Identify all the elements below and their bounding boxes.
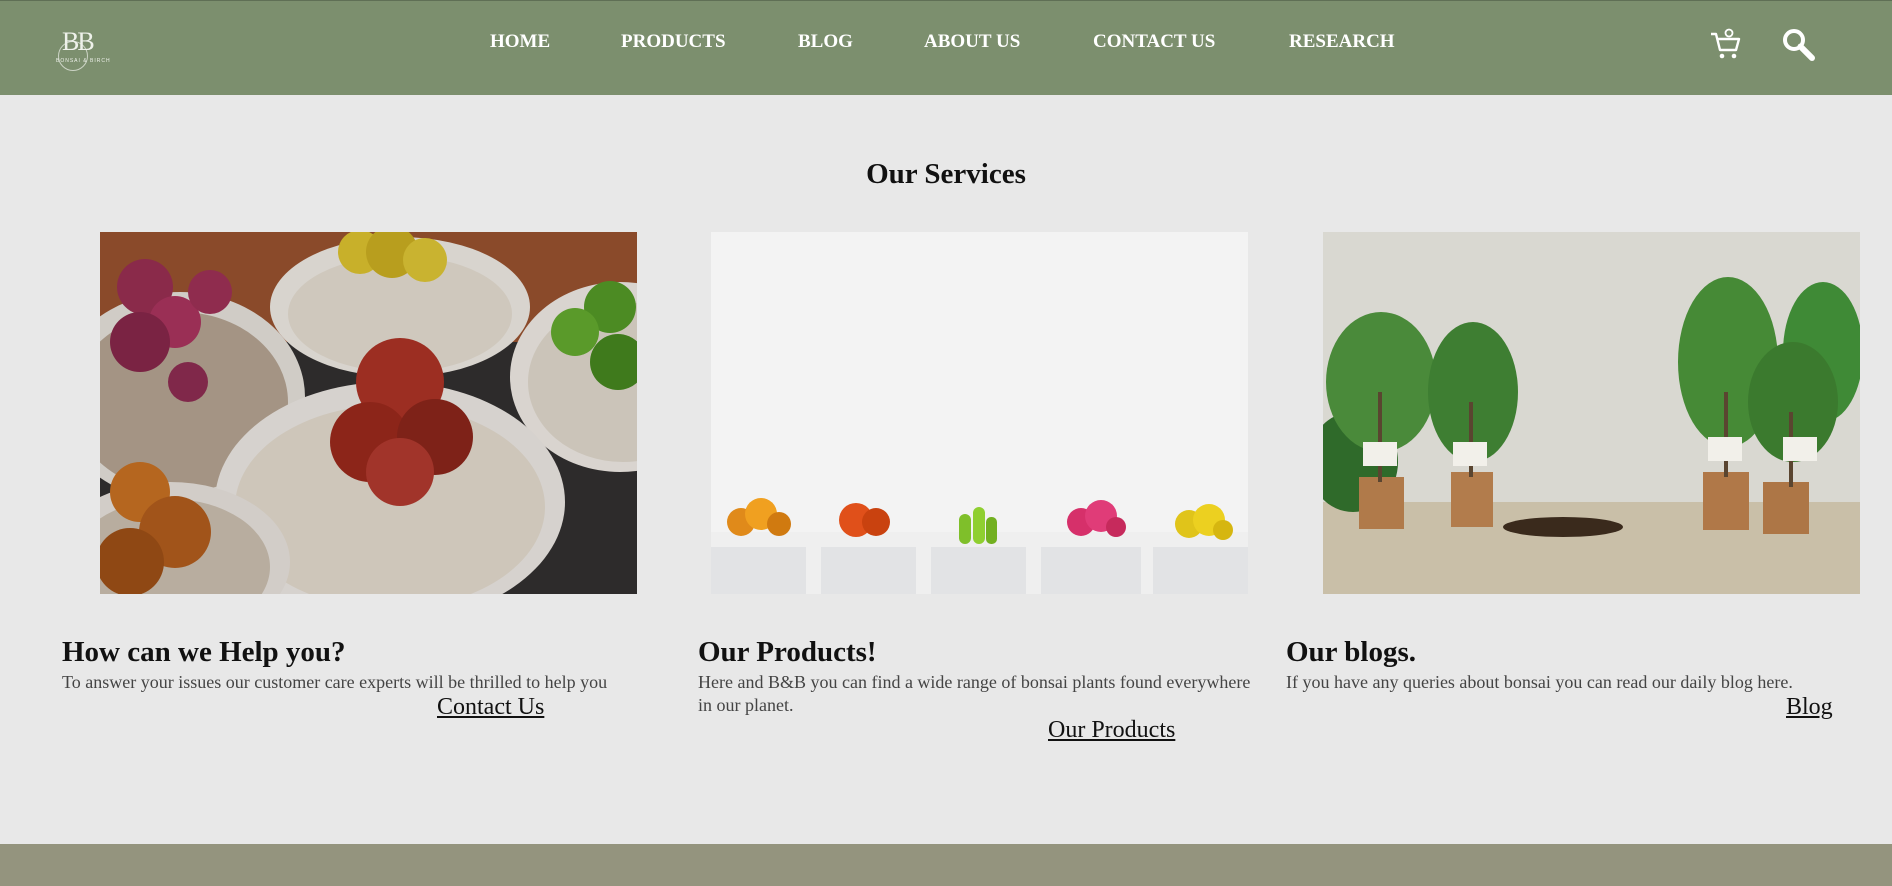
card-image-cacti-row [711, 232, 1248, 594]
card-heading-blogs: Our blogs. [1286, 636, 1417, 668]
card-heading-help: How can we Help you? [62, 636, 346, 668]
nav-products[interactable]: PRODUCTS [621, 31, 726, 53]
cart-icon[interactable] [1708, 27, 1744, 63]
site-header: BB BONSAI & BIRCH HOME PRODUCTS BLOG ABO… [0, 0, 1892, 95]
card-text-help: To answer your issues our customer care … [62, 672, 608, 692]
site-footer [0, 844, 1892, 886]
section-title: Our Services [866, 158, 1026, 190]
card-text-blogs: If you have any queries about bonsai you… [1286, 672, 1793, 692]
nav-contact-us[interactable]: CONTACT US [1093, 31, 1215, 53]
contact-us-link[interactable]: Contact Us [437, 694, 544, 721]
card-text-products: Here and B&B you can find a wide range o… [698, 672, 1251, 715]
card-image-potted-trees [1323, 232, 1860, 594]
search-icon[interactable] [1781, 27, 1817, 63]
our-products-link[interactable]: Our Products [1048, 717, 1175, 744]
card-heading-products: Our Products! [698, 636, 877, 668]
nav-research[interactable]: RESEARCH [1289, 31, 1395, 53]
blog-link[interactable]: Blog [1786, 694, 1833, 721]
nav-blog[interactable]: BLOG [798, 31, 853, 53]
main-nav: HOME PRODUCTS BLOG ABOUT US CONTACT US R… [0, 31, 1892, 61]
card-image-cacti [100, 232, 637, 594]
nav-about-us[interactable]: ABOUT US [924, 31, 1020, 53]
nav-home[interactable]: HOME [490, 31, 550, 53]
